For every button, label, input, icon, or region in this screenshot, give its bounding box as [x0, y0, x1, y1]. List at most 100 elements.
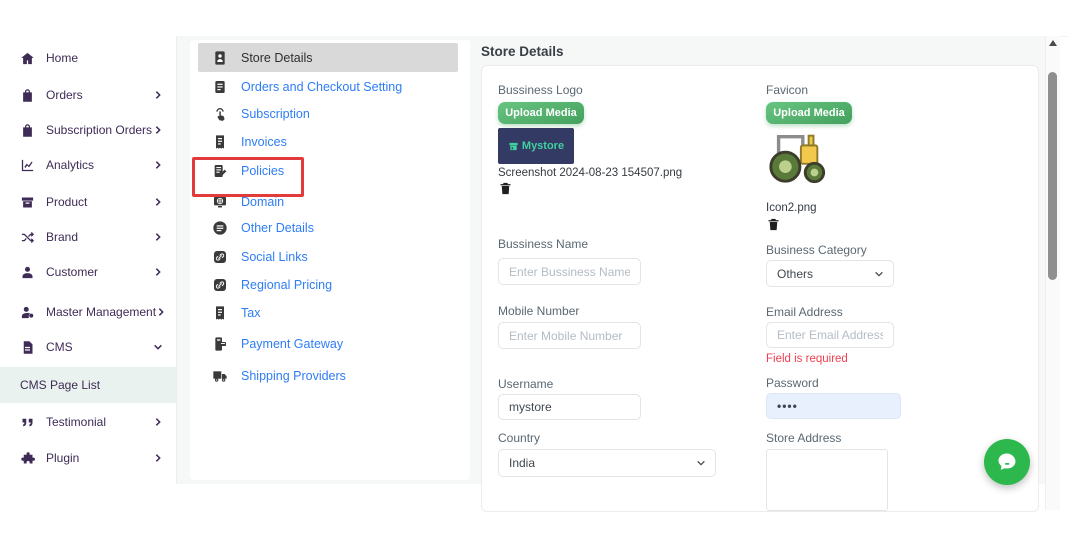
shopping-bag-icon	[20, 123, 35, 138]
sidebar-item-subscription-orders[interactable]: Subscription Orders	[0, 117, 176, 143]
tab-regional-pricing[interactable]: Regional Pricing	[212, 273, 332, 297]
link-icon	[212, 249, 228, 265]
favicon-filename: Icon2.png	[766, 202, 817, 214]
username-input[interactable]	[498, 394, 641, 420]
chevron-down-icon	[696, 458, 706, 468]
quote-icon	[20, 415, 35, 430]
tab-other-details[interactable]: Other Details	[212, 216, 314, 240]
person-gear-icon	[20, 305, 35, 320]
chevron-right-icon	[153, 197, 163, 207]
sidebar-item-label: CMS	[46, 340, 153, 354]
business-name-input[interactable]	[498, 258, 641, 285]
email-address-input[interactable]	[766, 322, 894, 348]
store-details-card: Bussiness Logo Upload Media Mystore Scre…	[481, 65, 1039, 512]
vertical-scrollbar	[1045, 36, 1060, 510]
password-input[interactable]	[766, 393, 901, 419]
chevron-right-icon	[153, 453, 163, 463]
business-category-select[interactable]: Others	[766, 260, 894, 287]
favicon-label: Favicon	[766, 83, 808, 97]
policy-document-icon	[212, 163, 228, 179]
file-document-icon	[20, 340, 35, 355]
link-icon	[212, 277, 228, 293]
scrollbar-thumb[interactable]	[1048, 72, 1057, 280]
tab-shipping-providers[interactable]: Shipping Providers	[212, 364, 346, 388]
sidebar-item-label: Testimonial	[46, 415, 153, 429]
chevron-right-icon	[153, 90, 163, 100]
sidebar-item-label: Home	[46, 51, 176, 65]
sidebar: Home Orders Subscription Orders Analytic…	[0, 36, 177, 484]
chat-bubble-icon	[995, 450, 1019, 474]
domain-globe-icon	[212, 194, 228, 210]
tab-subscription[interactable]: Subscription	[212, 102, 310, 126]
puzzle-icon	[20, 451, 35, 466]
document-icon	[212, 79, 228, 95]
sidebar-item-label: Product	[46, 195, 153, 209]
chevron-right-icon	[153, 232, 163, 242]
person-icon	[20, 265, 35, 280]
business-name-label: Bussiness Name	[498, 237, 588, 251]
tab-domain[interactable]: Domain	[212, 190, 284, 214]
sidebar-item-plugin[interactable]: Plugin	[0, 445, 176, 471]
business-logo-label: Bussiness Logo	[498, 83, 583, 97]
top-header-bar	[0, 0, 1067, 37]
store-details-icon	[212, 50, 228, 66]
store-address-textarea[interactable]	[766, 449, 888, 511]
country-select[interactable]: India	[498, 449, 716, 477]
tab-payment-gateway[interactable]: Payment Gateway	[212, 332, 343, 356]
delete-business-logo-icon[interactable]	[498, 180, 513, 197]
business-logo-filename: Screenshot 2024-08-23 154507.png	[498, 167, 682, 179]
storefront-icon	[508, 141, 519, 152]
mobile-number-label: Mobile Number	[498, 304, 579, 318]
tab-invoices[interactable]: Invoices	[212, 130, 287, 154]
scrollbar-up-arrow-icon[interactable]	[1049, 40, 1057, 46]
sidebar-item-product[interactable]: Product	[0, 189, 176, 215]
payment-terminal-icon	[212, 336, 228, 352]
sidebar-item-customer[interactable]: Customer	[0, 259, 176, 285]
tab-tax[interactable]: Tax	[212, 301, 260, 325]
upload-favicon-button[interactable]: Upload Media	[766, 102, 852, 124]
business-logo-text: Mystore	[522, 140, 564, 152]
delete-favicon-icon[interactable]	[766, 216, 781, 233]
sidebar-item-brand[interactable]: Brand	[0, 224, 176, 250]
product-box-icon	[20, 195, 35, 210]
details-circle-icon	[212, 220, 228, 236]
receipt-icon	[212, 134, 228, 150]
sidebar-item-cms-page-list[interactable]: CMS Page List	[0, 367, 176, 403]
shopping-bag-icon	[20, 88, 35, 103]
sidebar-item-master-management[interactable]: Master Management	[0, 299, 176, 325]
business-category-label: Business Category	[766, 243, 867, 257]
chevron-right-icon	[153, 160, 163, 170]
sidebar-item-label: Orders	[46, 88, 153, 102]
sidebar-item-label: Brand	[46, 230, 153, 244]
chevron-down-icon	[153, 342, 163, 352]
sidebar-item-analytics[interactable]: Analytics	[0, 152, 176, 178]
chat-widget-button[interactable]	[984, 439, 1030, 485]
page-title: Store Details	[481, 44, 564, 59]
username-label: Username	[498, 377, 553, 391]
shuffle-icon	[20, 230, 35, 245]
sidebar-item-testimonial[interactable]: Testimonial	[0, 409, 176, 435]
truck-icon	[212, 368, 228, 384]
chevron-right-icon	[156, 307, 166, 317]
sidebar-item-label: Subscription Orders	[46, 123, 153, 137]
tab-policies[interactable]: Policies	[212, 159, 284, 183]
sidebar-item-home[interactable]: Home	[0, 45, 176, 71]
sidebar-item-label: Plugin	[46, 451, 153, 465]
tab-orders-checkout-setting[interactable]: Orders and Checkout Setting	[212, 75, 402, 99]
favicon-preview-tractor-image	[766, 126, 828, 192]
email-required-error: Field is required	[766, 353, 848, 365]
sidebar-item-orders[interactable]: Orders	[0, 82, 176, 108]
business-logo-preview: Mystore	[498, 128, 574, 164]
analytics-chart-icon	[20, 158, 35, 173]
email-address-label: Email Address	[766, 305, 843, 319]
sidebar-item-label: Analytics	[46, 158, 153, 172]
tab-social-links[interactable]: Social Links	[212, 245, 308, 269]
tab-store-details[interactable]: Store Details	[212, 46, 313, 70]
upload-business-logo-button[interactable]: Upload Media	[498, 102, 584, 124]
home-icon	[20, 51, 35, 66]
chevron-down-icon	[874, 269, 884, 279]
sidebar-item-cms[interactable]: CMS	[0, 334, 176, 360]
mobile-number-input[interactable]	[498, 322, 641, 349]
password-label: Password	[766, 376, 819, 390]
sidebar-item-label: CMS Page List	[20, 378, 176, 392]
